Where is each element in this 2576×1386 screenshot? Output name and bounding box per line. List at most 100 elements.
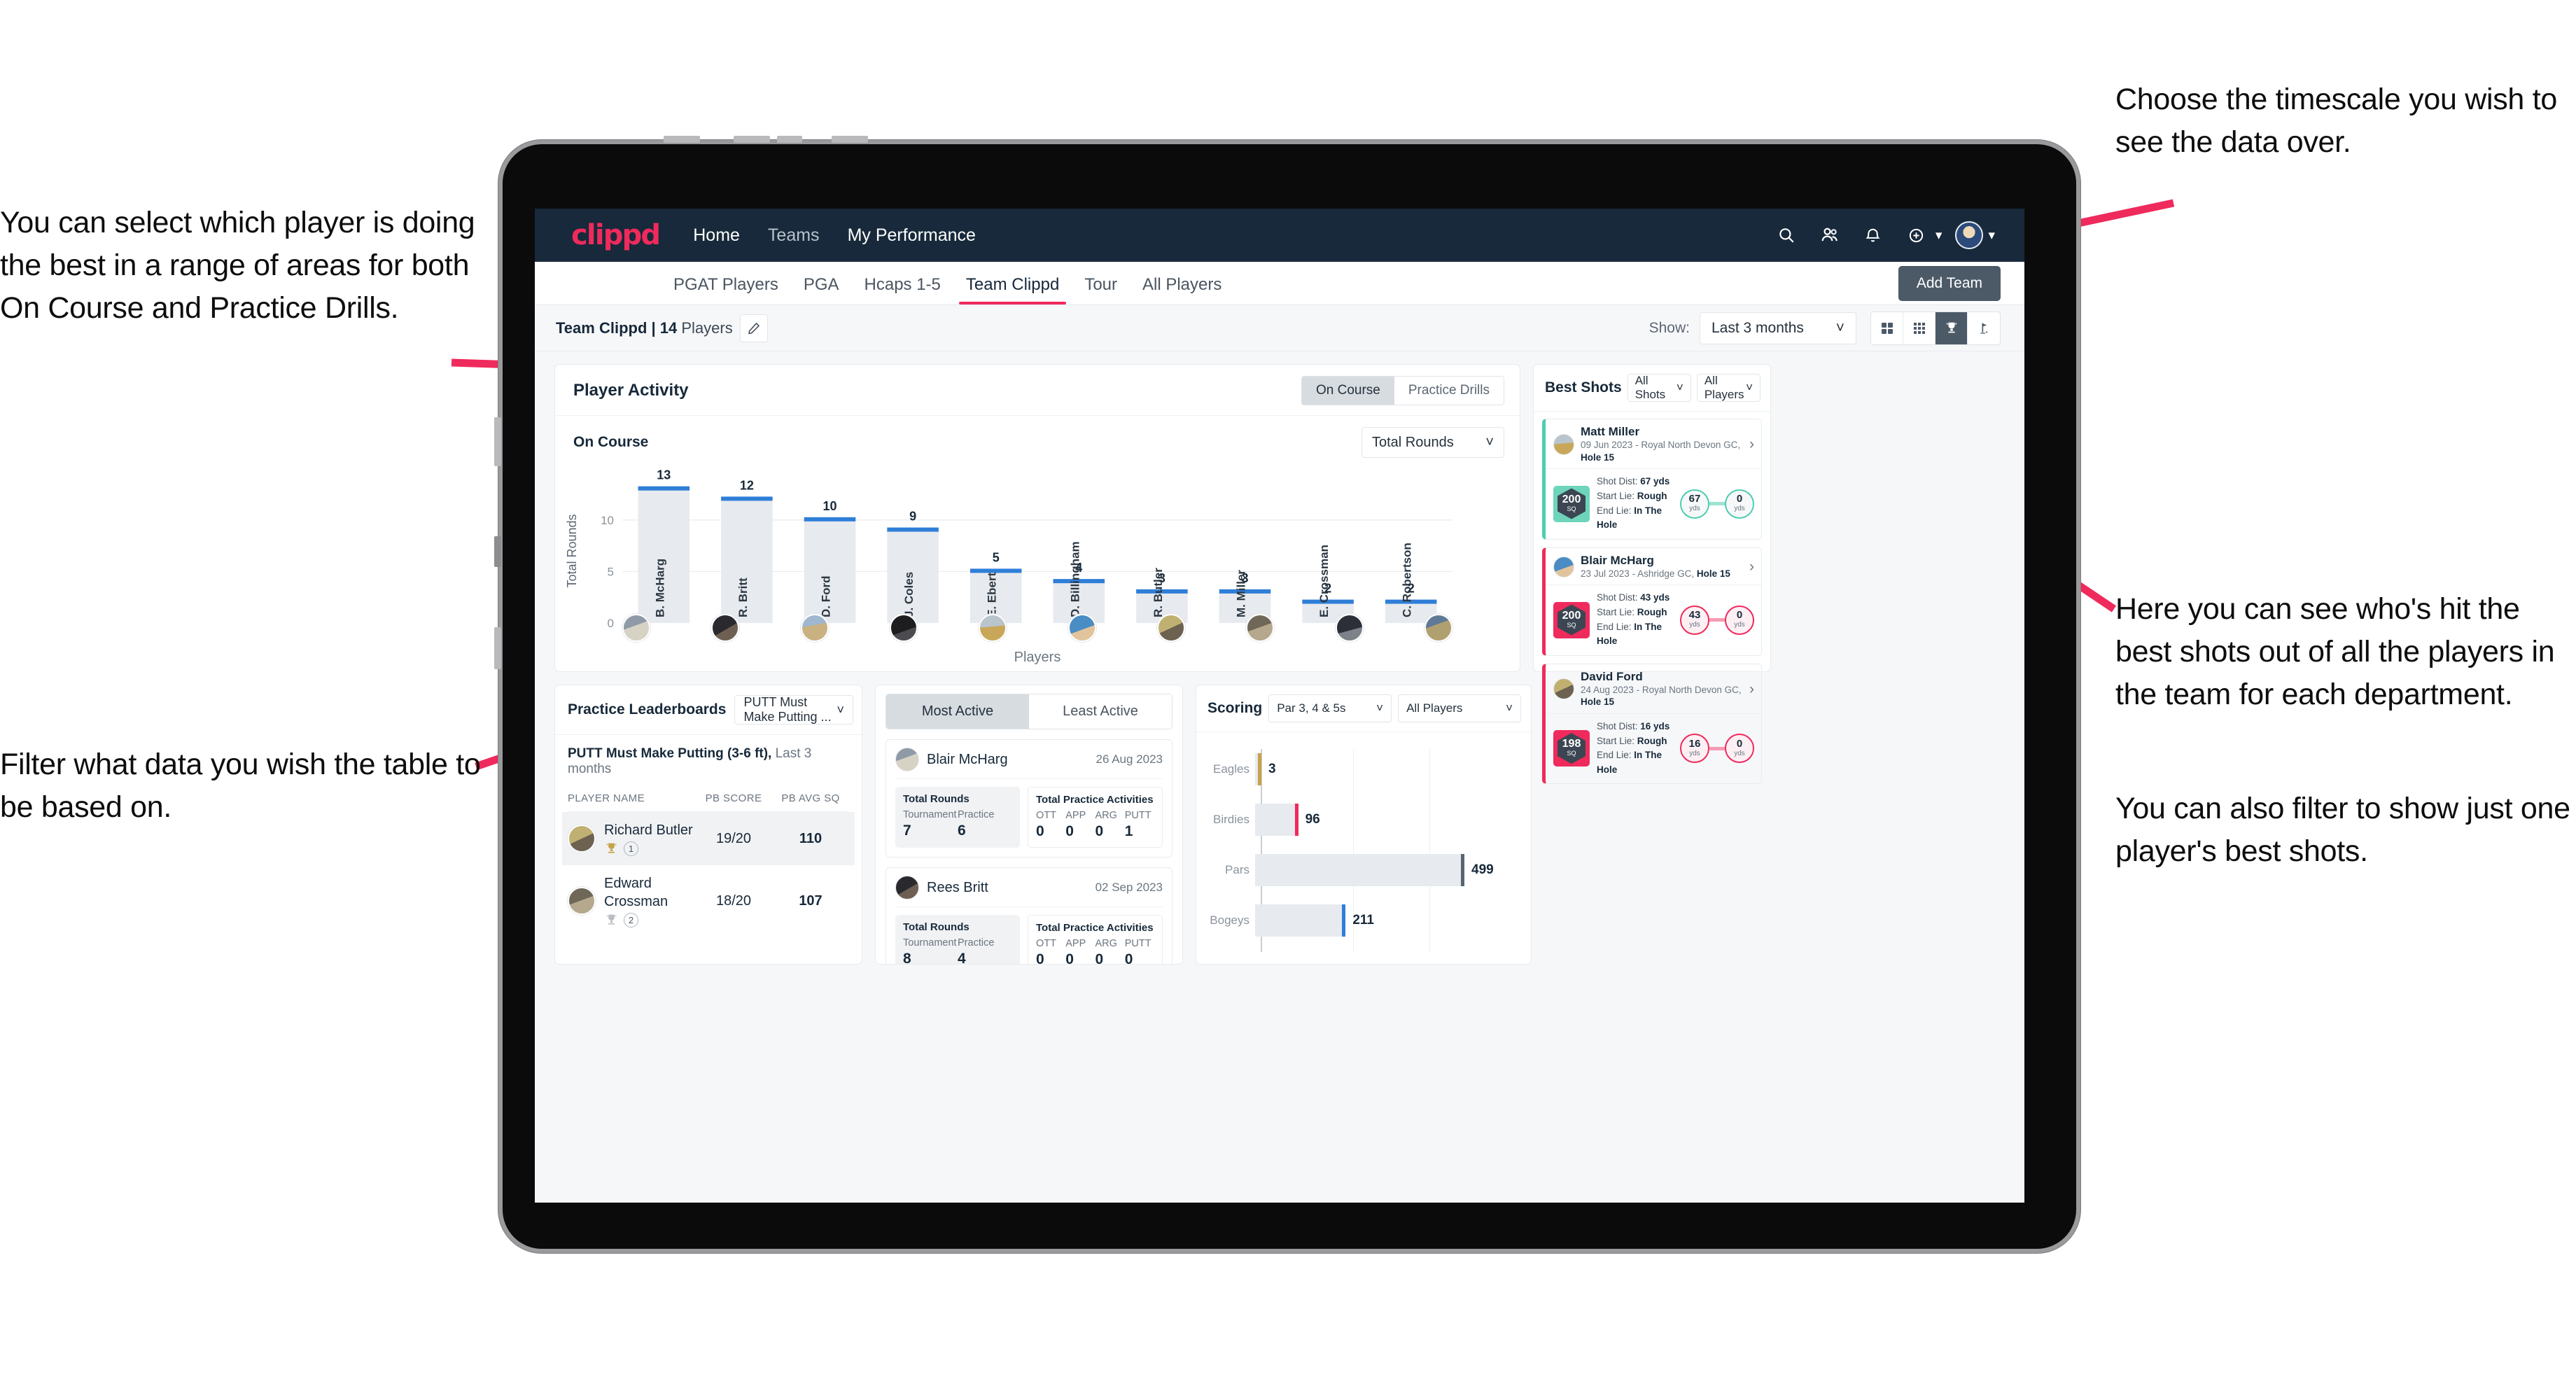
drill-select[interactable]: PUTT Must Make Putting ... ˅ xyxy=(734,695,853,724)
segment-practice-drills[interactable]: Practice Drills xyxy=(1394,377,1504,405)
scoring-bar xyxy=(1255,804,1295,836)
top-navbar: clippd Home Teams My Performance ▾ ▾ xyxy=(535,209,2024,262)
tab-least-active[interactable]: Least Active xyxy=(1029,694,1172,729)
period-select[interactable]: Last 3 months ˅ xyxy=(1700,312,1856,344)
scoring-player-filter[interactable]: All Players ˅ xyxy=(1398,694,1521,722)
distance-to: 0 yds xyxy=(1725,605,1754,635)
tab-all-players[interactable]: All Players xyxy=(1130,275,1234,304)
tab-tour[interactable]: Tour xyxy=(1072,275,1130,304)
player-avatar[interactable] xyxy=(979,614,1007,642)
player-avatar xyxy=(568,825,596,853)
scoring-card: Scoring Par 3, 4 & 5s ˅ All Players ˅ Ea… xyxy=(1196,685,1532,965)
player-avatar[interactable] xyxy=(622,614,650,642)
team-subheader: Team Clippd | 14 Players Show: Last 3 mo… xyxy=(535,305,2024,351)
people-icon[interactable] xyxy=(1814,219,1846,251)
best-shot-card[interactable]: Matt Miller 09 Jun 2023 - Royal North De… xyxy=(1542,419,1762,540)
player-avatar[interactable] xyxy=(889,614,918,642)
nav-link-teams[interactable]: Teams xyxy=(768,225,820,246)
player-avatar[interactable] xyxy=(1246,614,1275,642)
scoring-category: Eagles xyxy=(1213,762,1250,776)
nav-link-home[interactable]: Home xyxy=(693,225,740,246)
annotation-left-top: You can select which player is doing the… xyxy=(0,206,475,326)
best-shot-meta: 23 Jul 2023 - Ashridge GC, Hole 15 xyxy=(1581,568,1730,580)
scoring-row: Eagles 3 xyxy=(1196,753,1531,785)
leaderboard-row[interactable]: Edward Crossman 2 18/20 107 xyxy=(562,865,855,937)
tab-team-clippd[interactable]: Team Clippd xyxy=(953,275,1072,304)
hexagon-icon: 198 SQ xyxy=(1558,733,1586,764)
player-avatar[interactable] xyxy=(711,614,740,642)
best-shot-card[interactable]: Blair McHarg 23 Jul 2023 - Ashridge GC, … xyxy=(1542,547,1762,656)
add-menu-chevron-down-icon[interactable]: ▾ xyxy=(1935,227,1942,244)
view-mode-grid-3x3[interactable] xyxy=(1903,312,1935,344)
add-circle-icon[interactable] xyxy=(1900,219,1933,251)
scoring-category: Bogeys xyxy=(1210,913,1250,927)
practice-col: PUTT 0 xyxy=(1125,938,1154,964)
practice-col: OTT 0 xyxy=(1036,810,1065,840)
scoring-row: Birdies 96 xyxy=(1196,804,1531,836)
player-activity-subheader: On Course Total Rounds ˅ xyxy=(555,416,1520,458)
player-avatar[interactable] xyxy=(1424,614,1452,642)
activity-player-name: Blair McHarg xyxy=(927,751,1008,767)
segment-on-course[interactable]: On Course xyxy=(1302,377,1394,405)
distance-from-value: 67 xyxy=(1688,493,1701,505)
tab-hcaps-1-5[interactable]: Hcaps 1-5 xyxy=(852,275,953,304)
practice-key: OTT xyxy=(1036,810,1056,821)
player-avatar[interactable] xyxy=(800,614,829,642)
player-avatar[interactable] xyxy=(1335,614,1364,642)
scoring-bar-cap xyxy=(1294,804,1298,836)
profile-chevron-down-icon[interactable]: ▾ xyxy=(1988,227,1995,244)
practice-col: APP 0 xyxy=(1065,810,1095,840)
leaderboard-pb-avg-sq: 107 xyxy=(799,892,822,909)
svg-text:R. Britt: R. Britt xyxy=(736,578,750,617)
best-shot-card[interactable]: David Ford 24 Aug 2023 - Royal North Dev… xyxy=(1542,663,1762,785)
tab-pgat-players[interactable]: PGAT Players xyxy=(661,275,791,304)
tablet-side-button-3 xyxy=(494,627,501,669)
distance-from: 43 yds xyxy=(1680,605,1709,635)
view-mode-grid-2x2[interactable] xyxy=(1871,312,1903,344)
best-shots-shot-filter[interactable]: All Shots ˅ xyxy=(1627,374,1691,402)
player-activity-segment-control: On Course Practice Drills xyxy=(1301,376,1504,405)
golf-flag-icon xyxy=(1980,323,1988,334)
view-mode-trophy[interactable] xyxy=(1935,312,1968,344)
tab-pga[interactable]: PGA xyxy=(791,275,852,304)
chevron-right-icon[interactable]: › xyxy=(1749,559,1754,574)
player-avatar[interactable] xyxy=(1156,614,1185,642)
best-shots-list: Matt Miller 09 Jun 2023 - Royal North De… xyxy=(1534,412,1770,791)
metric-select[interactable]: Total Rounds ˅ xyxy=(1362,427,1504,458)
start-lie-label: Start Lie: xyxy=(1597,491,1637,501)
scoring-value: 3 xyxy=(1268,762,1276,776)
nav-link-my-performance[interactable]: My Performance xyxy=(848,225,976,246)
svg-text:0: 0 xyxy=(608,617,614,630)
player-avatar xyxy=(895,748,919,771)
start-lie-row: Start Lie: Rough xyxy=(1597,489,1673,504)
best-shot-player-name: Matt Miller xyxy=(1581,425,1640,438)
add-team-button[interactable]: Add Team xyxy=(1898,266,2001,301)
scoring-value: 211 xyxy=(1352,913,1374,927)
shot-dist-row: Shot Dist: 16 yds xyxy=(1597,720,1673,734)
tab-most-active[interactable]: Most Active xyxy=(886,694,1029,729)
svg-text:M. Miller: M. Miller xyxy=(1235,570,1248,617)
tablet-button-top-2 xyxy=(734,136,770,143)
trophy-icon xyxy=(1946,322,1956,332)
leaderboard-row[interactable]: Richard Butler 1 19/20 110 xyxy=(562,812,855,865)
bell-icon[interactable] xyxy=(1857,219,1889,251)
leaderboard-pb-avg-sq: 110 xyxy=(799,830,822,846)
leaderboard-header-row: PLAYER NAME PB SCORE PB AVG SQ xyxy=(568,785,849,812)
chevron-right-icon[interactable]: › xyxy=(1749,437,1754,451)
chevron-right-icon[interactable]: › xyxy=(1749,682,1754,696)
col-player-name: PLAYER NAME xyxy=(568,792,645,804)
avatar[interactable] xyxy=(1953,219,1985,251)
view-mode-golf-flag[interactable] xyxy=(1968,312,2000,344)
best-shots-player-filter[interactable]: All Players ˅ xyxy=(1696,374,1760,402)
activity-item[interactable]: Rees Britt 02 Sep 2023 Total Rounds Tour… xyxy=(886,867,1172,965)
player-avatar[interactable] xyxy=(1068,614,1096,642)
clippd-logo[interactable]: clippd xyxy=(571,219,661,251)
edit-team-button[interactable] xyxy=(739,314,768,342)
rounds-value: 8 xyxy=(903,951,911,965)
activity-item[interactable]: Blair McHarg 26 Aug 2023 Total Rounds To… xyxy=(886,739,1172,858)
player-activity-title: Player Activity xyxy=(573,381,689,400)
scoring-par-filter[interactable]: Par 3, 4 & 5s ˅ xyxy=(1268,694,1392,722)
best-shot-header: David Ford 24 Aug 2023 - Royal North Dev… xyxy=(1546,664,1761,713)
rounds-key: Tournament xyxy=(903,809,957,820)
search-icon[interactable] xyxy=(1770,219,1802,251)
